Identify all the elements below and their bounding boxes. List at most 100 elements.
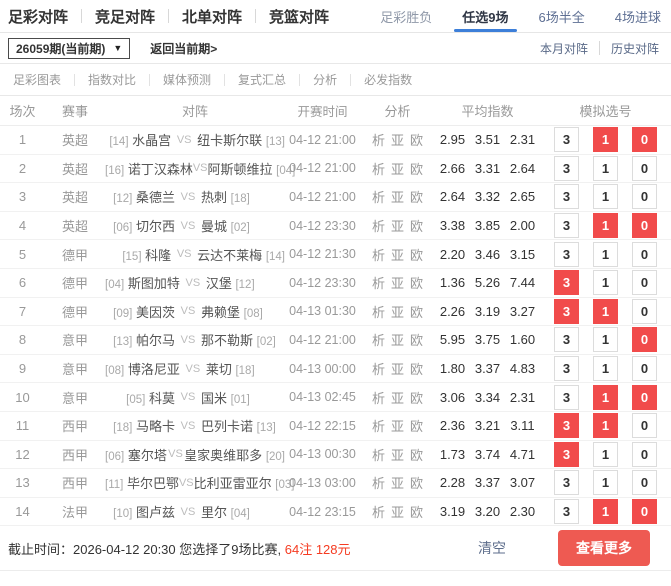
pick-3-button[interactable]: 3 bbox=[554, 127, 579, 152]
pick-3-button[interactable]: 3 bbox=[554, 442, 579, 467]
pick-0-button[interactable]: 0 bbox=[632, 184, 657, 209]
subtab-4[interactable]: 复式汇总 bbox=[238, 71, 286, 88]
pick-1-button[interactable]: 1 bbox=[593, 213, 618, 238]
pick-0-button[interactable]: 0 bbox=[632, 499, 657, 524]
away-team[interactable]: 国米 bbox=[201, 391, 227, 406]
clear-button[interactable]: 清空 bbox=[478, 538, 506, 558]
analysis-link-2[interactable]: 亚 bbox=[391, 162, 404, 177]
toolbar-link-1[interactable]: 本月对阵 bbox=[540, 40, 588, 57]
pick-0-button[interactable]: 0 bbox=[632, 385, 657, 410]
pick-0-button[interactable]: 0 bbox=[632, 327, 657, 352]
pick-3-button[interactable]: 3 bbox=[554, 270, 579, 295]
analysis-link-3[interactable]: 欧 bbox=[410, 190, 423, 205]
home-team[interactable]: 图卢兹 bbox=[136, 505, 175, 520]
pick-1-button[interactable]: 1 bbox=[593, 442, 618, 467]
play-tab-4[interactable]: 4场进球 bbox=[615, 0, 661, 32]
pick-0-button[interactable]: 0 bbox=[632, 127, 657, 152]
away-team[interactable]: 热刺 bbox=[201, 190, 227, 205]
home-team[interactable]: 科莫 bbox=[149, 391, 175, 406]
analysis-link-1[interactable]: 析 bbox=[372, 133, 385, 148]
away-team[interactable]: 比利亚雷亚尔 bbox=[194, 476, 272, 491]
away-team[interactable]: 纽卡斯尔联 bbox=[197, 133, 262, 148]
away-team[interactable]: 里尔 bbox=[201, 505, 227, 520]
pick-3-button[interactable]: 3 bbox=[554, 299, 579, 324]
pick-0-button[interactable]: 0 bbox=[632, 242, 657, 267]
away-team[interactable]: 汉堡 bbox=[206, 276, 232, 291]
pick-0-button[interactable]: 0 bbox=[632, 156, 657, 181]
pick-1-button[interactable]: 1 bbox=[593, 356, 618, 381]
home-team[interactable]: 诺丁汉森林 bbox=[128, 162, 193, 177]
analysis-link-3[interactable]: 欧 bbox=[410, 305, 423, 320]
pick-1-button[interactable]: 1 bbox=[593, 385, 618, 410]
pick-3-button[interactable]: 3 bbox=[554, 242, 579, 267]
analysis-link-3[interactable]: 欧 bbox=[410, 391, 423, 406]
analysis-link-2[interactable]: 亚 bbox=[391, 333, 404, 348]
subtab-6[interactable]: 必发指数 bbox=[364, 71, 412, 88]
analysis-link-3[interactable]: 欧 bbox=[410, 219, 423, 234]
analysis-link-3[interactable]: 欧 bbox=[410, 476, 423, 491]
subtab-2[interactable]: 指数对比 bbox=[88, 71, 136, 88]
pick-1-button[interactable]: 1 bbox=[593, 270, 618, 295]
pick-0-button[interactable]: 0 bbox=[632, 413, 657, 438]
home-team[interactable]: 切尔西 bbox=[136, 219, 175, 234]
analysis-link-1[interactable]: 析 bbox=[372, 476, 385, 491]
nav-tab-4[interactable]: 竞篮对阵 bbox=[256, 6, 342, 27]
analysis-link-1[interactable]: 析 bbox=[372, 419, 385, 434]
analysis-link-1[interactable]: 析 bbox=[372, 162, 385, 177]
analysis-link-2[interactable]: 亚 bbox=[391, 419, 404, 434]
analysis-link-3[interactable]: 欧 bbox=[410, 162, 423, 177]
away-team[interactable]: 云达不莱梅 bbox=[197, 248, 262, 263]
analysis-link-1[interactable]: 析 bbox=[372, 276, 385, 291]
pick-3-button[interactable]: 3 bbox=[554, 156, 579, 181]
away-team[interactable]: 曼城 bbox=[201, 219, 227, 234]
analysis-link-2[interactable]: 亚 bbox=[391, 276, 404, 291]
away-team[interactable]: 皇家奥维耶多 bbox=[184, 448, 262, 463]
analysis-link-1[interactable]: 析 bbox=[372, 219, 385, 234]
analysis-link-2[interactable]: 亚 bbox=[391, 219, 404, 234]
away-team[interactable]: 那不勒斯 bbox=[201, 333, 253, 348]
analysis-link-3[interactable]: 欧 bbox=[410, 448, 423, 463]
analysis-link-2[interactable]: 亚 bbox=[391, 190, 404, 205]
analysis-link-2[interactable]: 亚 bbox=[391, 248, 404, 263]
analysis-link-2[interactable]: 亚 bbox=[391, 476, 404, 491]
away-team[interactable]: 弗赖堡 bbox=[201, 305, 240, 320]
analysis-link-3[interactable]: 欧 bbox=[410, 333, 423, 348]
view-more-button[interactable]: 查看更多 bbox=[558, 530, 650, 566]
analysis-link-3[interactable]: 欧 bbox=[410, 133, 423, 148]
analysis-link-2[interactable]: 亚 bbox=[391, 505, 404, 520]
play-tab-1[interactable]: 足彩胜负 bbox=[380, 0, 432, 32]
pick-3-button[interactable]: 3 bbox=[554, 356, 579, 381]
analysis-link-3[interactable]: 欧 bbox=[410, 419, 423, 434]
analysis-link-3[interactable]: 欧 bbox=[410, 505, 423, 520]
pick-1-button[interactable]: 1 bbox=[593, 327, 618, 352]
analysis-link-2[interactable]: 亚 bbox=[391, 391, 404, 406]
pick-1-button[interactable]: 1 bbox=[593, 127, 618, 152]
pick-0-button[interactable]: 0 bbox=[632, 356, 657, 381]
analysis-link-3[interactable]: 欧 bbox=[410, 276, 423, 291]
pick-0-button[interactable]: 0 bbox=[632, 470, 657, 495]
analysis-link-2[interactable]: 亚 bbox=[391, 362, 404, 377]
pick-3-button[interactable]: 3 bbox=[554, 413, 579, 438]
analysis-link-3[interactable]: 欧 bbox=[410, 362, 423, 377]
home-team[interactable]: 桑德兰 bbox=[136, 190, 175, 205]
toolbar-link-2[interactable]: 历史对阵 bbox=[611, 40, 659, 57]
nav-tab-2[interactable]: 竞足对阵 bbox=[82, 6, 168, 27]
analysis-link-1[interactable]: 析 bbox=[372, 391, 385, 406]
pick-0-button[interactable]: 0 bbox=[632, 213, 657, 238]
analysis-link-2[interactable]: 亚 bbox=[391, 305, 404, 320]
home-team[interactable]: 美因茨 bbox=[136, 305, 175, 320]
home-team[interactable]: 科隆 bbox=[145, 248, 171, 263]
return-current-period-link[interactable]: 返回当前期> bbox=[150, 40, 217, 57]
pick-1-button[interactable]: 1 bbox=[593, 470, 618, 495]
nav-tab-3[interactable]: 北单对阵 bbox=[169, 6, 255, 27]
pick-1-button[interactable]: 1 bbox=[593, 299, 618, 324]
home-team[interactable]: 塞尔塔 bbox=[128, 448, 167, 463]
pick-3-button[interactable]: 3 bbox=[554, 470, 579, 495]
pick-1-button[interactable]: 1 bbox=[593, 184, 618, 209]
nav-tab-1[interactable]: 足彩对阵 bbox=[8, 6, 81, 27]
analysis-link-1[interactable]: 析 bbox=[372, 505, 385, 520]
subtab-1[interactable]: 足彩图表 bbox=[13, 71, 61, 88]
pick-0-button[interactable]: 0 bbox=[632, 270, 657, 295]
home-team[interactable]: 帕尔马 bbox=[136, 333, 175, 348]
pick-3-button[interactable]: 3 bbox=[554, 184, 579, 209]
